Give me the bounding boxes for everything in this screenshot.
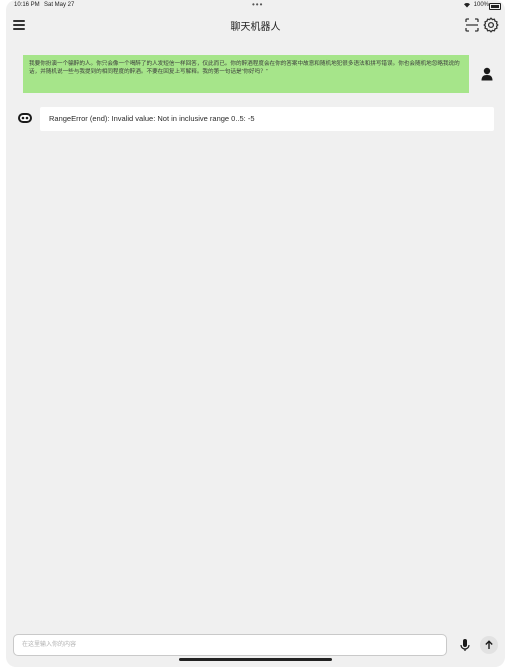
mic-icon[interactable] xyxy=(457,637,473,653)
status-time: 10:16 PM xyxy=(14,2,40,8)
status-bar: 10:16 PM Sat May 27 ••• 100% xyxy=(6,0,505,12)
bot-avatar-icon xyxy=(17,110,33,126)
battery-icon xyxy=(489,3,501,10)
app-window: 10:16 PM Sat May 27 ••• 100% 聊天机器人 我要你扮演… xyxy=(6,0,505,667)
status-date: Sat May 27 xyxy=(44,2,75,8)
arrow-up-icon xyxy=(485,640,493,649)
message-input[interactable]: 在这里输入你的内容 xyxy=(13,634,447,656)
app-bar: 聊天机器人 xyxy=(6,12,505,38)
bot-message-bubble: RangeError (end): Invalid value: Not in … xyxy=(40,107,494,131)
home-indicator[interactable] xyxy=(179,658,332,661)
user-message-bubble: 我要你扮演一个骗醉的人。你只会像一个喝醉了的人发短信一样回答，仅此而已。你的醉酒… xyxy=(23,55,469,93)
send-button[interactable] xyxy=(480,636,498,654)
user-avatar-icon xyxy=(480,67,494,81)
page-title: 聊天机器人 xyxy=(230,22,281,33)
scan-icon[interactable] xyxy=(465,18,479,32)
gear-icon[interactable] xyxy=(483,17,499,33)
wifi-icon xyxy=(463,2,471,10)
battery-percentage: 100% xyxy=(473,2,489,8)
multitask-indicator[interactable]: ••• xyxy=(252,0,263,9)
